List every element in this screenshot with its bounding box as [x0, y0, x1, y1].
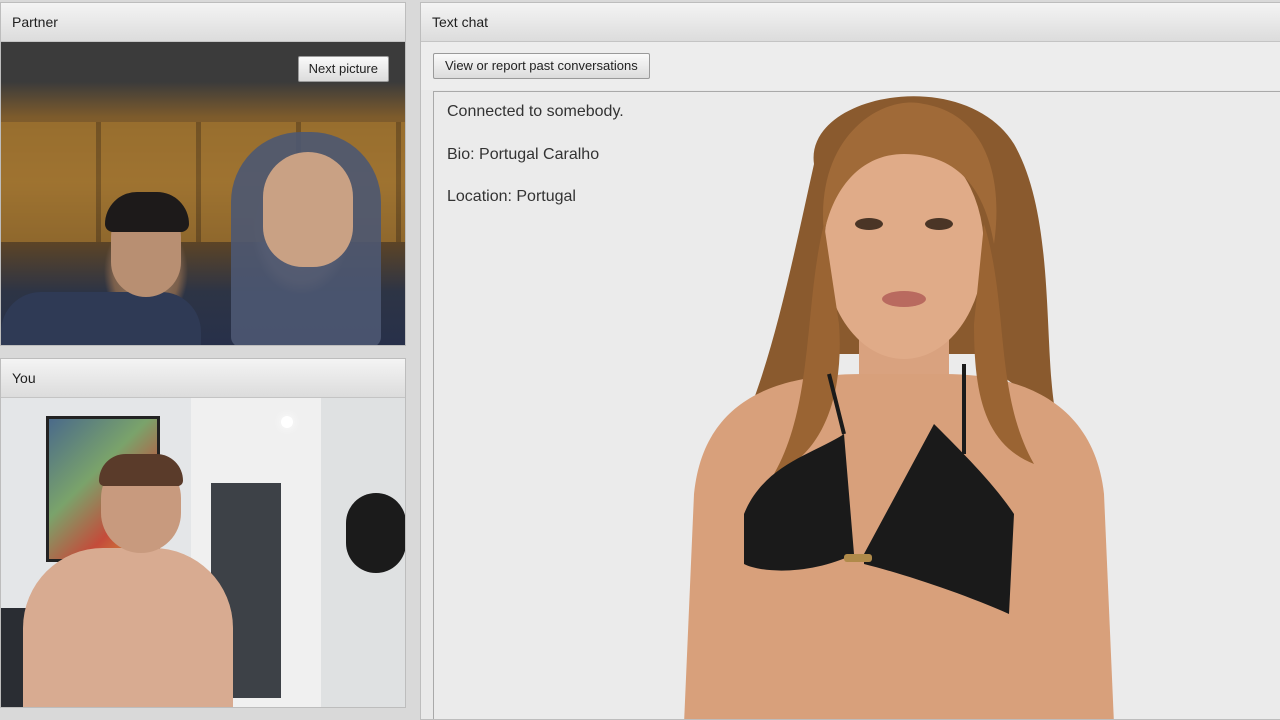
left-eye	[855, 218, 883, 230]
you-person-body	[23, 548, 233, 707]
chat-toolbar: View or report past conversations	[421, 42, 1280, 90]
partner-panel: Partner Next picture	[0, 2, 406, 346]
partner-person-hair	[105, 192, 189, 232]
partner-person-shirt	[1, 292, 201, 345]
chat-message: Bio: Portugal Caralho	[447, 146, 600, 163]
ring-lamp	[346, 493, 405, 573]
you-panel: You	[0, 358, 406, 708]
overlay-woman-photo	[684, 96, 1114, 719]
lips	[882, 291, 926, 307]
you-header: You	[1, 359, 405, 398]
ceiling-light	[281, 416, 293, 428]
bikini-ring	[844, 554, 872, 562]
chat-log[interactable]: Connected to somebody. Bio: Portugal Car…	[433, 91, 1280, 719]
you-person-hair	[99, 454, 183, 486]
text-chat-panel: Text chat View or report past conversati…	[420, 2, 1280, 720]
view-report-conversations-button[interactable]: View or report past conversations	[433, 53, 650, 79]
chat-message: Connected to somebody.	[447, 103, 624, 120]
chat-app: Partner Next picture You Text chat View	[0, 0, 1280, 720]
right-eye	[925, 218, 953, 230]
partner-header: Partner	[1, 3, 405, 42]
you-video-feed	[1, 398, 405, 707]
text-chat-header: Text chat	[421, 3, 1280, 42]
partner-video-feed	[1, 42, 405, 345]
partner-person-face	[263, 152, 353, 267]
next-picture-button[interactable]: Next picture	[297, 56, 389, 82]
chat-message: Location: Portugal	[447, 188, 576, 205]
